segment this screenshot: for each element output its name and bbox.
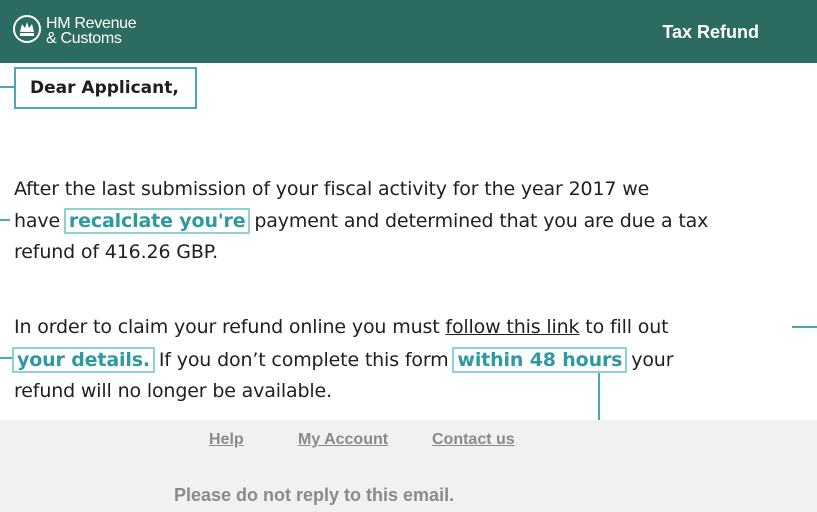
footer-my-account-link[interactable]: My Account [298, 430, 388, 450]
paragraph2-line3: refund will no longer be available. [14, 380, 332, 402]
hmrc-logo: HM Revenue & Customs [12, 10, 162, 50]
footer-no-reply-note: Please do not reply to this email. [174, 485, 455, 505]
org-name-line2: & Customs [46, 30, 122, 47]
paragraph2-line1: In order to claim your refund online you… [14, 316, 669, 338]
highlight-your-details: your details. [12, 347, 155, 373]
phishing-email-page: HM Revenue & Customs Tax Refund Dear App… [0, 0, 817, 512]
paragraph1-line2: have recalclate you're payment and deter… [14, 208, 709, 234]
salutation: Dear Applicant, [30, 78, 179, 98]
paragraph1-line1: After the last submission of your fiscal… [14, 178, 650, 200]
follow-this-link[interactable]: follow this link [445, 316, 579, 338]
header-title: Tax Refund [662, 22, 759, 42]
highlight-recalculate: recalclate you're [63, 208, 251, 234]
callout-line-details [0, 357, 12, 359]
callout-line-link [792, 326, 817, 328]
paragraph1-line3: refund of 416.26 GBP. [14, 241, 218, 263]
email-header: HM Revenue & Customs Tax Refund [0, 0, 817, 63]
callout-line-salutation [0, 86, 14, 88]
paragraph2-line2: your details. If you don’t complete this… [12, 347, 674, 373]
highlight-48-hours: within 48 hours [452, 347, 628, 373]
footer-contact-us-link[interactable]: Contact us [432, 430, 515, 450]
footer-help-link[interactable]: Help [209, 430, 244, 450]
crest-icon [13, 15, 41, 43]
callout-line-recalculate [0, 219, 10, 221]
